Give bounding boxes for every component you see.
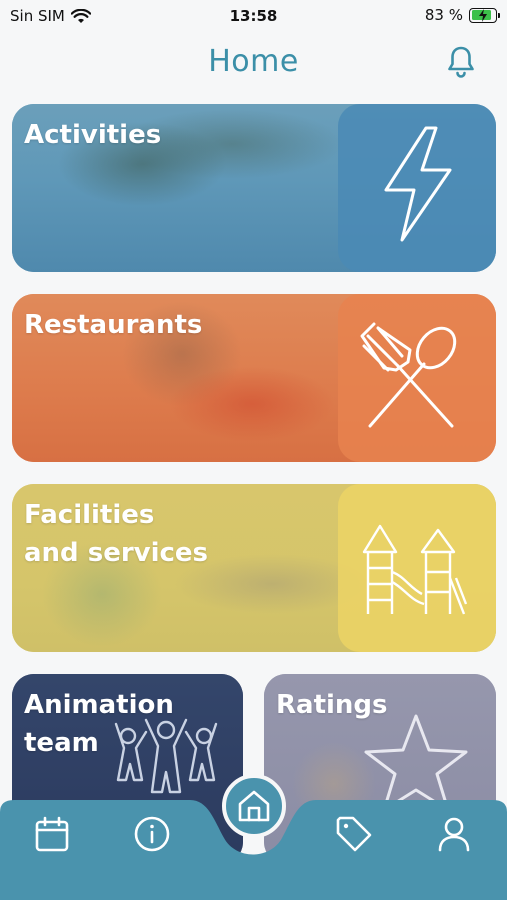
user-icon: [438, 817, 470, 852]
tab-profile[interactable]: [430, 810, 478, 858]
restaurants-label: Restaurants: [24, 310, 203, 340]
battery-percent: 83 %: [424, 6, 463, 24]
tab-info[interactable]: [128, 810, 176, 858]
tag-icon: [336, 816, 372, 852]
info-icon: [134, 816, 170, 852]
tab-calendar[interactable]: [28, 810, 76, 858]
facilities-card[interactable]: Facilities and services: [12, 484, 496, 652]
fork-spoon-icon: [360, 322, 457, 428]
playground-icon: [362, 524, 468, 615]
calendar-icon: [35, 816, 69, 852]
bell-icon[interactable]: [443, 44, 479, 80]
page-title: Home: [208, 44, 299, 79]
activities-label: Activities: [24, 120, 162, 150]
lightning-icon: [384, 126, 452, 242]
facilities-label-line1: Facilities: [24, 500, 155, 530]
activities-card[interactable]: Activities: [12, 104, 496, 272]
facilities-label-line2: and services: [24, 538, 209, 568]
home-icon: [238, 790, 270, 822]
tab-bar: [0, 774, 507, 900]
tab-home[interactable]: [222, 774, 286, 838]
facilities-label: Facilities and services: [24, 496, 208, 572]
battery-group: 83 %: [424, 6, 500, 24]
battery-charging-icon: [469, 7, 500, 23]
restaurants-card[interactable]: Restaurants: [12, 294, 496, 462]
app-header: Home: [0, 40, 507, 84]
status-bar: Sin SIM 13:58 83 %: [0, 0, 507, 32]
home-screen: Sin SIM 13:58 83 % Home Activities Resta…: [0, 0, 507, 900]
tab-offers[interactable]: [330, 810, 378, 858]
